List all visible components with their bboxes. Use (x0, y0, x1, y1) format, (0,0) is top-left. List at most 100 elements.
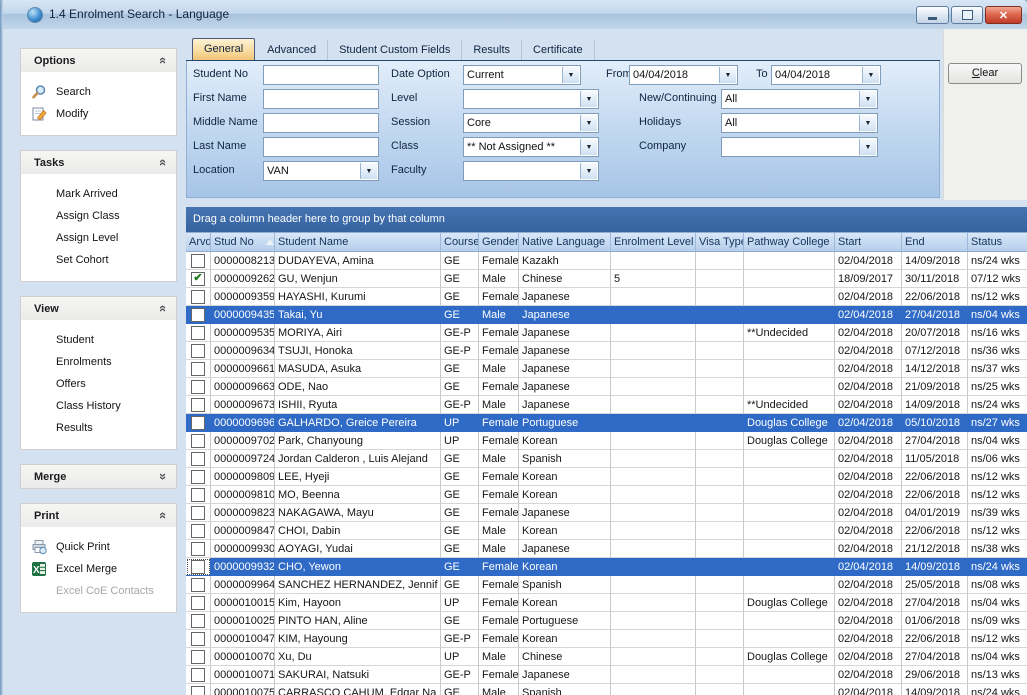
sidebar-item-set-cohort[interactable]: Set Cohort (21, 249, 176, 271)
sidebar-section-header-view[interactable]: View« (21, 297, 176, 320)
table-row[interactable]: 0000009810MO, BeennaGEFemaleKorean02/04/… (186, 486, 1027, 504)
table-row[interactable]: 0000008213DUDAYEVA, AminaGEFemaleKazakh0… (186, 252, 1027, 270)
arrived-checkbox[interactable] (191, 524, 205, 538)
student-no-input[interactable] (263, 65, 379, 85)
expand-chevron-icon[interactable]: » (156, 473, 171, 480)
minimize-button[interactable] (916, 6, 949, 24)
dropdown-arrow-icon[interactable]: ▼ (360, 163, 377, 179)
dropdown-arrow-icon[interactable]: ▼ (562, 67, 579, 83)
column-header-arvd[interactable]: Arvd (186, 233, 211, 252)
arrived-checkbox[interactable] (191, 542, 205, 556)
arrived-checkbox[interactable] (191, 290, 205, 304)
table-row[interactable]: 0000009702Park, ChanyoungUPFemaleKoreanD… (186, 432, 1027, 450)
sidebar-item-class-history[interactable]: Class History (21, 395, 176, 417)
column-header-course[interactable]: Course (441, 233, 479, 252)
dropdown-arrow-icon[interactable]: ▼ (859, 91, 876, 107)
table-row[interactable]: 0000009930AOYAGI, YudaiGEMaleJapanese02/… (186, 540, 1027, 558)
arrived-checkbox[interactable] (191, 488, 205, 502)
close-button[interactable]: ✕ (985, 6, 1022, 24)
to-dropdown-arrow-icon[interactable]: ▼ (862, 67, 879, 83)
sidebar-item-enrolments[interactable]: Enrolments (21, 351, 176, 373)
dropdown-arrow-icon[interactable]: ▼ (580, 115, 597, 131)
location-combo[interactable]: VAN▼ (263, 161, 379, 181)
table-row[interactable]: 0000009535MORIYA, AiriGE-PFemaleJapanese… (186, 324, 1027, 342)
company-combo[interactable]: ▼ (721, 137, 878, 157)
arrived-checkbox[interactable] (191, 506, 205, 520)
table-row[interactable]: 0000009359HAYASHI, KurumiGEFemaleJapanes… (186, 288, 1027, 306)
column-header-gender[interactable]: Gender (479, 233, 519, 252)
dropdown-arrow-icon[interactable]: ▼ (859, 139, 876, 155)
table-row[interactable]: 0000009964SANCHEZ HERNANDEZ, JennifGEFem… (186, 576, 1027, 594)
table-row[interactable]: 0000009847CHOI, DabinGEMaleKorean02/04/2… (186, 522, 1027, 540)
table-row[interactable]: 0000009932CHO, YewonGEFemaleKorean02/04/… (186, 558, 1027, 576)
sidebar-section-header-print[interactable]: Print« (21, 504, 176, 527)
titlebar[interactable]: 1.4 Enrolment Search - Language ✕ (0, 0, 1027, 30)
column-header-enrolment-level[interactable]: Enrolment Level (611, 233, 696, 252)
maximize-button[interactable] (951, 6, 983, 24)
sidebar-section-header-merge[interactable]: Merge» (21, 465, 176, 488)
arrived-checkbox[interactable] (191, 668, 205, 682)
sidebar-item-student[interactable]: Student (21, 329, 176, 351)
faculty-combo[interactable]: ▼ (463, 161, 599, 181)
arrived-checkbox[interactable] (191, 416, 205, 430)
first-name-input[interactable] (263, 89, 379, 109)
table-row[interactable]: 0000010025PINTO HAN, AlineGEFemalePortug… (186, 612, 1027, 630)
table-row[interactable]: 0000009435Takai, YuGEMaleJapanese02/04/2… (186, 306, 1027, 324)
new-continuing-combo[interactable]: All▼ (721, 89, 878, 109)
tab-results[interactable]: Results (462, 40, 522, 60)
group-by-bar[interactable]: Drag a column header here to group by th… (186, 207, 1027, 232)
dropdown-arrow-icon[interactable]: ▼ (859, 115, 876, 131)
column-header-visa-type[interactable]: Visa Type (696, 233, 744, 252)
table-row[interactable]: 0000009661MASUDA, AsukaGEMaleJapanese02/… (186, 360, 1027, 378)
from-dropdown-arrow-icon[interactable]: ▼ (719, 67, 736, 83)
sidebar-item-results[interactable]: Results (21, 417, 176, 439)
sidebar-item-modify[interactable]: Modify (21, 103, 176, 125)
middle-name-input[interactable] (263, 113, 379, 133)
tab-advanced[interactable]: Advanced (256, 40, 328, 60)
tab-student-custom-fields[interactable]: Student Custom Fields (328, 40, 462, 60)
last-name-input[interactable] (263, 137, 379, 157)
column-header-pathway-college[interactable]: Pathway College (744, 233, 835, 252)
arrived-checkbox[interactable] (191, 560, 205, 574)
session-combo[interactable]: Core▼ (463, 113, 599, 133)
column-header-status[interactable]: Status (968, 233, 1027, 252)
dropdown-arrow-icon[interactable]: ▼ (580, 139, 597, 155)
clear-button[interactable]: Clear (948, 63, 1022, 84)
tab-general[interactable]: General (192, 38, 255, 60)
arrived-checkbox[interactable]: ✔ (191, 272, 205, 286)
arrived-checkbox[interactable] (191, 398, 205, 412)
sidebar-item-mark-arrived[interactable]: Mark Arrived (21, 183, 176, 205)
sidebar-item-excel-merge[interactable]: XExcel Merge (21, 558, 176, 580)
arrived-checkbox[interactable] (191, 596, 205, 610)
class-combo[interactable]: ** Not Assigned **▼ (463, 137, 599, 157)
sidebar-item-quick-print[interactable]: Quick Print (21, 536, 176, 558)
collapse-chevron-icon[interactable]: « (156, 57, 171, 64)
sidebar-item-offers[interactable]: Offers (21, 373, 176, 395)
table-row[interactable]: 0000009673ISHII, RyutaGE-PMaleJapanese**… (186, 396, 1027, 414)
table-row[interactable]: 0000009634TSUJI, HonokaGE-PFemaleJapanes… (186, 342, 1027, 360)
arrived-checkbox[interactable] (191, 686, 205, 695)
table-row[interactable]: ✔0000009262GU, WenjunGEMaleChinese518/09… (186, 270, 1027, 288)
collapse-chevron-icon[interactable]: « (156, 159, 171, 166)
date-option-combo[interactable]: Current▼ (463, 65, 581, 85)
dropdown-arrow-icon[interactable]: ▼ (580, 163, 597, 179)
arrived-checkbox[interactable] (191, 380, 205, 394)
column-header-student-name[interactable]: Student Name (275, 233, 441, 252)
arrived-checkbox[interactable] (191, 614, 205, 628)
arrived-checkbox[interactable] (191, 254, 205, 268)
table-row[interactable]: 0000009724Jordan Calderon , Luis Alejand… (186, 450, 1027, 468)
sidebar-section-header-options[interactable]: Options« (21, 49, 176, 72)
sidebar-item-assign-level[interactable]: Assign Level (21, 227, 176, 249)
arrived-checkbox[interactable] (191, 308, 205, 322)
arrived-checkbox[interactable] (191, 434, 205, 448)
to-date-combo[interactable]: 04/04/2018 ▼ (771, 65, 881, 85)
table-row[interactable]: 0000010071SAKURAI, NatsukiGE-PFemaleJapa… (186, 666, 1027, 684)
collapse-chevron-icon[interactable]: « (156, 512, 171, 519)
table-row[interactable]: 0000009809LEE, HyejiGEFemaleKorean02/04/… (186, 468, 1027, 486)
holidays-combo[interactable]: All▼ (721, 113, 878, 133)
arrived-checkbox[interactable] (191, 632, 205, 646)
arrived-checkbox[interactable] (191, 344, 205, 358)
column-header-end[interactable]: End (902, 233, 968, 252)
arrived-checkbox[interactable] (191, 452, 205, 466)
collapse-chevron-icon[interactable]: « (156, 305, 171, 312)
